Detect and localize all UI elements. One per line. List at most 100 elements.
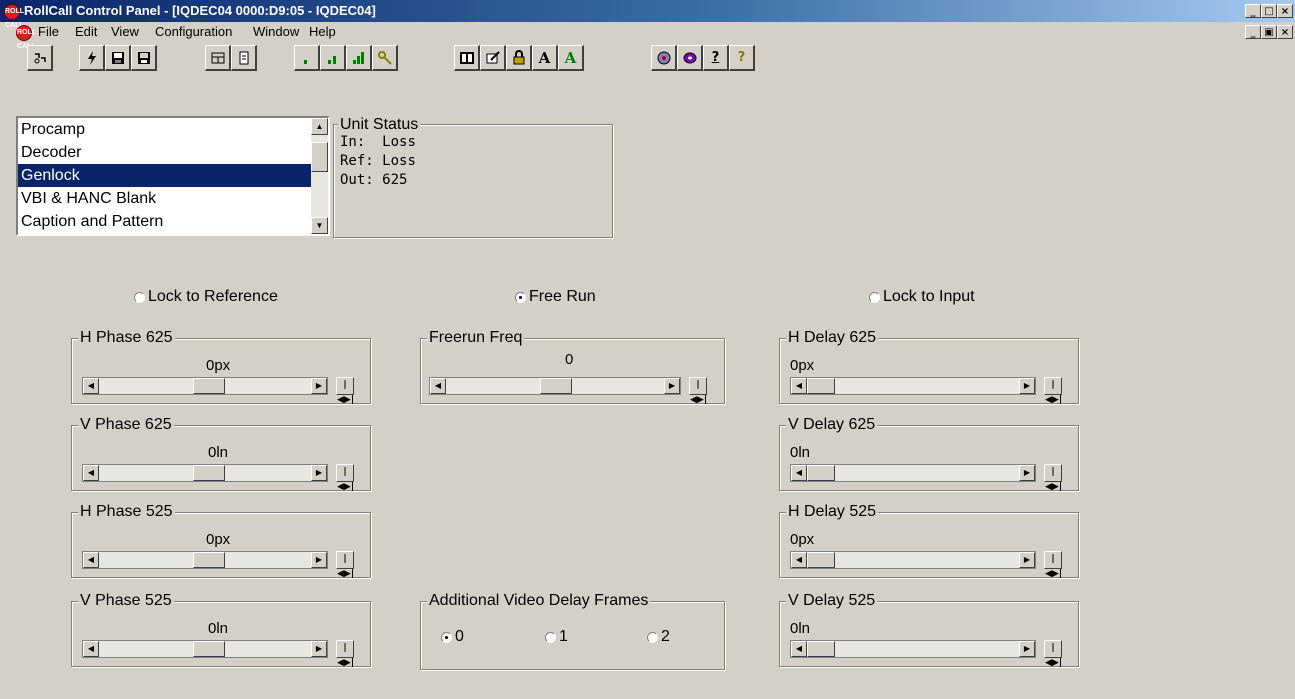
h-delay-525-slider[interactable]: ◀ ▶ [790,551,1036,569]
scroll-right-icon[interactable]: ▶ [311,641,327,657]
close-button[interactable]: × [1277,4,1293,18]
level3-icon[interactable] [346,45,372,71]
h-delay-625-value: 0px [790,357,815,374]
level1-icon[interactable] [294,45,320,71]
scroll-left-icon[interactable]: ◀ [83,465,99,481]
menu-window[interactable]: Window [253,22,299,42]
help-icon[interactable]: ? [729,45,755,71]
scroll-down-icon[interactable]: ▼ [311,217,328,234]
scroll-thumb[interactable] [311,142,328,172]
h-delay-625-slider[interactable]: ◀ ▶ [790,377,1036,395]
scroll-left-icon[interactable]: ◀ [83,552,99,568]
slider-thumb[interactable] [540,378,572,394]
h-delay-525-reset-button[interactable]: |◀▶| [1044,551,1062,579]
mdi-close-button[interactable]: × [1277,25,1293,39]
scroll-right-icon[interactable]: ▶ [1019,465,1035,481]
scroll-right-icon[interactable]: ▶ [311,552,327,568]
mdi-restore-button[interactable]: ▣ [1261,25,1277,39]
list-item[interactable]: Caption and Pattern [18,210,328,233]
scroll-left-icon[interactable]: ◀ [83,641,99,657]
v-delay-525-slider[interactable]: ◀ ▶ [790,640,1036,658]
list-item[interactable]: Decoder [18,141,328,164]
scroll-right-icon[interactable]: ▶ [311,378,327,394]
scroll-left-icon[interactable]: ◀ [791,378,807,394]
menu-edit[interactable]: Edit [75,22,97,42]
menu-view[interactable]: View [111,22,139,42]
list-item[interactable]: Genlock [18,164,328,187]
freerun-freq-slider[interactable]: ◀ ▶ [429,377,681,395]
app-icon[interactable]: ROLL CALL [4,4,24,29]
edit-icon[interactable] [480,45,506,71]
page-icon[interactable] [231,45,257,71]
mdi-minimize-button[interactable]: _ [1245,25,1261,39]
slider-thumb[interactable] [193,378,225,394]
scroll-right-icon[interactable]: ▶ [311,465,327,481]
h-delay-625-reset-button[interactable]: |◀▶| [1044,377,1062,405]
free-run-radio[interactable]: Free Run [515,288,596,306]
delay-frames-0-radio[interactable]: 0 [441,628,464,646]
slider-thumb[interactable] [807,641,835,657]
module-list[interactable]: Procamp Decoder Genlock VBI & HANC Blank… [16,116,330,236]
menu-file[interactable]: File [38,22,59,42]
book-icon[interactable] [454,45,480,71]
h-phase-625-slider[interactable]: ◀ ▶ [82,377,328,395]
list-scrollbar[interactable]: ▲ ▼ [311,118,328,234]
scroll-left-icon[interactable]: ◀ [791,641,807,657]
freerun-freq-reset-button[interactable]: |◀▶| [689,377,707,405]
maximize-button[interactable]: □ [1261,4,1277,18]
save-icon[interactable] [105,45,131,71]
lightning-icon[interactable] [79,45,105,71]
scroll-left-icon[interactable]: ◀ [791,552,807,568]
v-phase-625-slider[interactable]: ◀ ▶ [82,464,328,482]
scroll-left-icon[interactable]: ◀ [83,378,99,394]
lock-to-reference-radio[interactable]: Lock to Reference [134,288,278,306]
scroll-right-icon[interactable]: ▶ [1019,552,1035,568]
h-phase-525-slider[interactable]: ◀ ▶ [82,551,328,569]
network-icon[interactable] [651,45,677,71]
list-item[interactable]: VBI & HANC Blank [18,187,328,210]
scroll-right-icon[interactable]: ▶ [664,378,680,394]
minimize-button[interactable]: _ [1245,4,1261,18]
v-phase-625-reset-button[interactable]: |◀▶| [336,464,354,492]
scroll-left-icon[interactable]: ◀ [430,378,446,394]
scroll-up-icon[interactable]: ▲ [311,118,328,135]
lock-icon[interactable] [506,45,532,71]
v-delay-525-group: V Delay 525 0ln ◀ ▶ |◀▶| [779,592,1079,668]
v-phase-525-value: 0ln [208,620,229,637]
slider-thumb[interactable] [193,465,225,481]
menu-help[interactable]: Help [309,22,336,42]
v-delay-625-reset-button[interactable]: |◀▶| [1044,464,1062,492]
scroll-left-icon[interactable]: ◀ [791,465,807,481]
h-phase-625-reset-button[interactable]: |◀▶| [336,377,354,405]
connect-icon[interactable] [27,45,53,71]
info-icon[interactable]: ? [703,45,729,71]
scroll-right-icon[interactable]: ▶ [1019,641,1035,657]
scroll-right-icon[interactable]: ▶ [1019,378,1035,394]
list-item[interactable]: Procamp [18,118,328,141]
level2-icon[interactable] [320,45,346,71]
delay-frames-2-label: 2 [661,628,670,645]
h-delay-525-label: H Delay 525 [786,503,879,521]
v-delay-625-slider[interactable]: ◀ ▶ [790,464,1036,482]
font-a-icon[interactable]: A [532,45,558,71]
slider-thumb[interactable] [807,378,835,394]
v-delay-525-reset-button[interactable]: |◀▶| [1044,640,1062,668]
disk-icon[interactable] [677,45,703,71]
lock-to-input-radio[interactable]: Lock to Input [869,288,975,306]
mdi-app-icon[interactable]: ROLL CALL [16,25,36,50]
delay-frames-1-radio[interactable]: 1 [545,628,568,646]
slider-thumb[interactable] [193,552,225,568]
slider-thumb[interactable] [807,465,835,481]
delay-frames-2-radio[interactable]: 2 [647,628,670,646]
layout-icon[interactable] [205,45,231,71]
v-phase-525-reset-button[interactable]: |◀▶| [336,640,354,668]
h-phase-525-reset-button[interactable]: |◀▶| [336,551,354,579]
key-icon[interactable] [372,45,398,71]
slider-thumb[interactable] [807,552,835,568]
v-phase-525-slider[interactable]: ◀ ▶ [82,640,328,658]
menu-configuration[interactable]: Configuration [155,22,232,42]
slider-thumb[interactable] [193,641,225,657]
font-a-green-icon[interactable]: A [558,45,584,71]
save-all-icon[interactable] [131,45,157,71]
h-delay-525-value: 0px [790,531,815,548]
